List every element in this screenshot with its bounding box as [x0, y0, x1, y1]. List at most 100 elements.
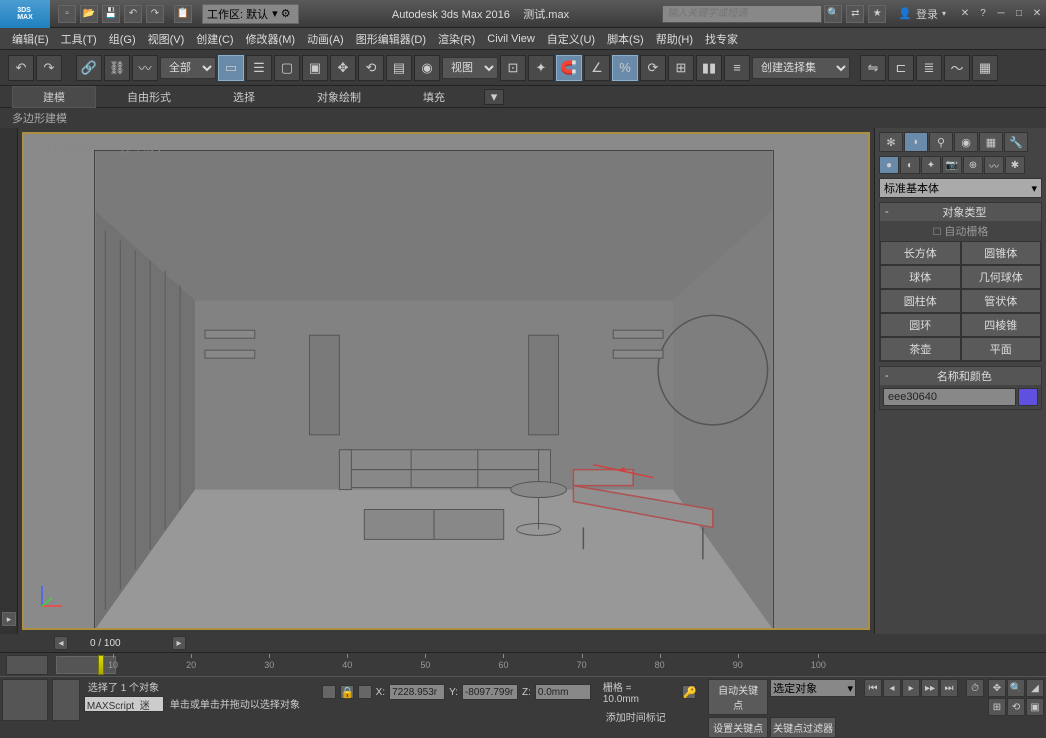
- subtab-cameras[interactable]: 📷: [942, 156, 962, 174]
- time-ruler[interactable]: 1020 3040 5060 7080 90100: [0, 652, 1046, 676]
- keyfilter-button[interactable]: 关键点过滤器: [770, 717, 836, 738]
- menu-customize[interactable]: 自定义(U): [541, 29, 601, 49]
- spinner-snap-button[interactable]: ⟳: [640, 55, 666, 81]
- subtab-lights[interactable]: ✦: [921, 156, 941, 174]
- keymode-dropdown[interactable]: 选定对象▾: [770, 679, 856, 697]
- primitive-sphere[interactable]: 球体: [880, 265, 961, 289]
- primitive-teapot[interactable]: 茶壶: [880, 337, 961, 361]
- unlink-button[interactable]: ⛓: [104, 55, 130, 81]
- timeline-scroll-right[interactable]: ▸: [172, 636, 186, 650]
- time-slider-handle[interactable]: [98, 655, 104, 675]
- subtab-spacewarps[interactable]: 〰: [984, 156, 1004, 174]
- nav-maximize-button[interactable]: ▣: [1026, 698, 1044, 716]
- snap-toggle-button[interactable]: 🧲: [556, 55, 582, 81]
- timeline-scroll-left[interactable]: ◂: [54, 636, 68, 650]
- upgrade-icon[interactable]: ✕: [956, 6, 974, 22]
- search-icon[interactable]: 🔍: [824, 5, 842, 23]
- subtab-systems[interactable]: ✱: [1005, 156, 1025, 174]
- primitive-cone[interactable]: 圆锥体: [961, 241, 1042, 265]
- manipulate-button[interactable]: ✦: [528, 55, 554, 81]
- move-button[interactable]: ✥: [330, 55, 356, 81]
- time-config-button[interactable]: ⏱: [966, 679, 984, 697]
- select-name-button[interactable]: ☰: [246, 55, 272, 81]
- menu-group[interactable]: 组(G): [103, 29, 142, 49]
- time-tag-icon[interactable]: 🔑: [682, 685, 696, 699]
- coord-y-input[interactable]: [462, 684, 518, 700]
- project-icon[interactable]: 📋: [174, 5, 192, 23]
- ribbon-tab-fill[interactable]: 填充: [392, 86, 476, 108]
- help-search-input[interactable]: [662, 5, 822, 23]
- workspace-selector[interactable]: 工作区: 默认 ▾ ⚙: [202, 4, 299, 24]
- add-time-tag[interactable]: 添加时间标记: [602, 709, 670, 724]
- help-icon[interactable]: ?: [974, 6, 992, 22]
- menu-edit[interactable]: 编辑(E): [6, 29, 55, 49]
- exchange-icon[interactable]: ⇄: [846, 5, 864, 23]
- align-button[interactable]: ≡: [724, 55, 750, 81]
- nav-orbit-button[interactable]: ⟲: [1007, 698, 1025, 716]
- menu-create[interactable]: 创建(C): [190, 29, 239, 49]
- app-logo-icon[interactable]: 3DSMAX: [0, 0, 50, 28]
- primitive-plane[interactable]: 平面: [961, 337, 1042, 361]
- rotate-button[interactable]: ⟲: [358, 55, 384, 81]
- viewport-label[interactable]: [ + ] [ Camera003 ] [ 平滑 ]: [32, 138, 161, 154]
- link-button[interactable]: 🔗: [76, 55, 102, 81]
- mirror-button[interactable]: ▮▮: [696, 55, 722, 81]
- nav-fov-button[interactable]: ◢: [1026, 679, 1044, 697]
- menu-tools[interactable]: 工具(T): [55, 29, 103, 49]
- ribbon-tab-paint[interactable]: 对象绘制: [286, 86, 392, 108]
- tab-create[interactable]: ✻: [879, 132, 903, 152]
- schematic-button[interactable]: ▦: [972, 55, 998, 81]
- ribbon-panel-label[interactable]: 多边形建模: [12, 110, 67, 126]
- prev-frame-button[interactable]: ◂: [883, 679, 901, 697]
- trackbar-mini[interactable]: [6, 655, 48, 675]
- rollout-name-color[interactable]: -名称和颜色: [880, 367, 1041, 385]
- primitive-tube[interactable]: 管状体: [961, 289, 1042, 313]
- rollout-object-type[interactable]: -对象类型: [880, 203, 1041, 221]
- object-name-input[interactable]: eee30640: [883, 388, 1016, 406]
- favorite-icon[interactable]: ★: [868, 5, 886, 23]
- menu-script[interactable]: 脚本(S): [601, 29, 650, 49]
- ribbon-expand-icon[interactable]: ▾: [484, 89, 504, 105]
- tab-display[interactable]: ▦: [979, 132, 1003, 152]
- save-icon[interactable]: 💾: [102, 5, 120, 23]
- tab-hierarchy[interactable]: ⚲: [929, 132, 953, 152]
- primitive-geosphere[interactable]: 几何球体: [961, 265, 1042, 289]
- pivot-button[interactable]: ⊡: [500, 55, 526, 81]
- edit-selection-button[interactable]: ⊞: [668, 55, 694, 81]
- menu-help[interactable]: 帮助(H): [650, 29, 699, 49]
- redo-icon[interactable]: ↷: [146, 5, 164, 23]
- goto-end-button[interactable]: ⏭: [940, 679, 958, 697]
- tab-utilities[interactable]: 🔧: [1004, 132, 1028, 152]
- primitive-torus[interactable]: 圆环: [880, 313, 961, 337]
- time-slider-track[interactable]: [56, 656, 116, 674]
- align-tool-button[interactable]: ⊏: [888, 55, 914, 81]
- layer-button[interactable]: ≣: [916, 55, 942, 81]
- nav-pan-button[interactable]: ✥: [988, 679, 1006, 697]
- menu-render[interactable]: 渲染(R): [432, 29, 481, 49]
- percent-snap-button[interactable]: %: [612, 55, 638, 81]
- bind-button[interactable]: 〰: [132, 55, 158, 81]
- named-selection-dropdown[interactable]: 创建选择集: [752, 57, 850, 79]
- menu-grapheditor[interactable]: 图形编辑器(D): [350, 29, 432, 49]
- lock-icon[interactable]: 🔒: [340, 685, 354, 699]
- primitive-box[interactable]: 长方体: [880, 241, 961, 265]
- subtab-helpers[interactable]: ⊕: [963, 156, 983, 174]
- goto-start-button[interactable]: ⏮: [864, 679, 882, 697]
- primitive-pyramid[interactable]: 四棱锥: [961, 313, 1042, 337]
- menu-expert[interactable]: 找专家: [699, 29, 744, 49]
- keyframe-icon[interactable]: [322, 685, 336, 699]
- nav-zoomall-button[interactable]: ⊞: [988, 698, 1006, 716]
- ribbon-tab-freeform[interactable]: 自由形式: [96, 86, 202, 108]
- angle-snap-button[interactable]: ∠: [584, 55, 610, 81]
- selection-filter[interactable]: 全部: [160, 57, 216, 79]
- minimize-button[interactable]: ─: [992, 6, 1010, 22]
- close-button[interactable]: ✕: [1028, 6, 1046, 22]
- redo-button[interactable]: ↷: [36, 55, 62, 81]
- select-button[interactable]: ▭: [218, 55, 244, 81]
- subtab-geometry[interactable]: ●: [879, 156, 899, 174]
- subtab-shapes[interactable]: ◐: [900, 156, 920, 174]
- setkey-button[interactable]: 设置关键点: [708, 717, 768, 738]
- undo-icon[interactable]: ↶: [124, 5, 142, 23]
- geometry-dropdown[interactable]: 标准基本体▾: [879, 178, 1042, 198]
- isolate-icon[interactable]: [358, 685, 372, 699]
